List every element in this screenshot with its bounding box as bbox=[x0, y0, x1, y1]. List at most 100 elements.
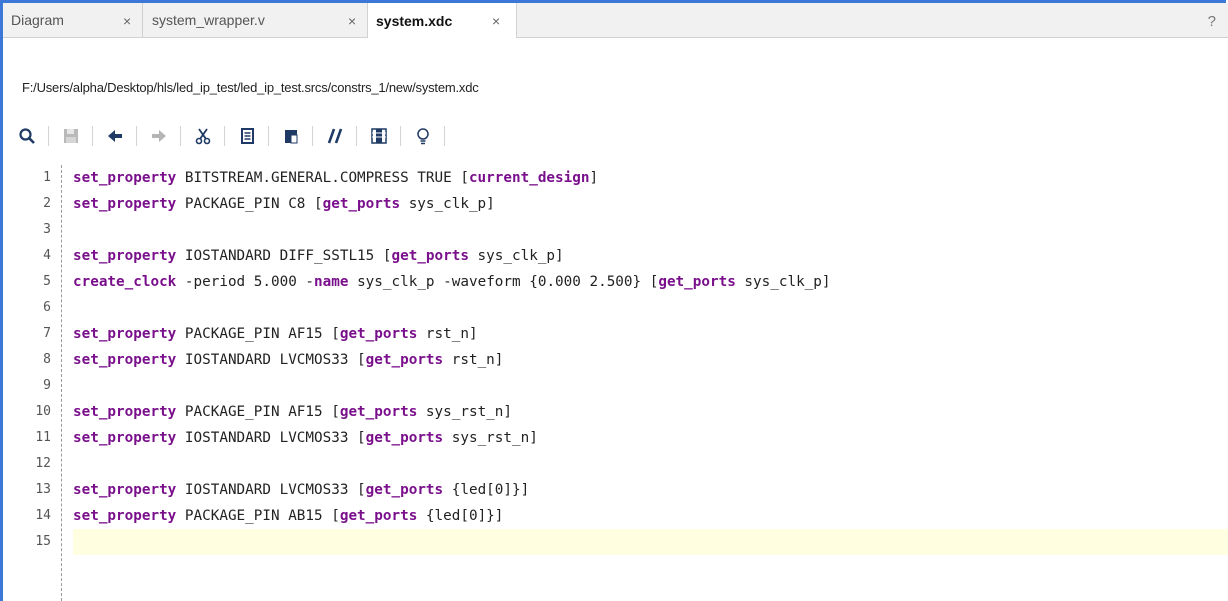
code-editor[interactable]: 1 set_property BITSTREAM.GENERAL.COMPRESS… bbox=[3, 165, 1228, 601]
code-line[interactable]: 7 set_property PACKAGE_PIN AF15 [get_port… bbox=[3, 321, 1228, 347]
column-select-icon[interactable] bbox=[368, 124, 390, 148]
code-keyword: set_property bbox=[73, 352, 177, 368]
code-token: rst_n] bbox=[417, 326, 478, 342]
code-keyword: set_property bbox=[73, 326, 177, 342]
code-line[interactable]: 3 bbox=[3, 217, 1228, 243]
line-number: 3 bbox=[43, 222, 51, 237]
tab-diagram[interactable]: Diagram × bbox=[3, 3, 143, 37]
code-keyword: get_ports bbox=[391, 248, 469, 264]
code-token: IOSTANDARD LVCMOS33 [ bbox=[176, 430, 366, 446]
code-token: PACKAGE_PIN AF15 [ bbox=[176, 404, 340, 420]
code-keyword: set_property bbox=[73, 404, 177, 420]
line-number: 15 bbox=[35, 534, 51, 549]
search-icon[interactable] bbox=[16, 124, 38, 148]
line-number: 12 bbox=[35, 456, 51, 471]
code-keyword: get_ports bbox=[322, 196, 401, 212]
code-token: {led[0]}] bbox=[443, 482, 530, 498]
code-line[interactable]: 5 create_clock -period 5.000 -name sys_cl… bbox=[3, 269, 1228, 295]
code-text: set_property PACKAGE_PIN AB15 [get_ports… bbox=[73, 503, 503, 529]
code-token: PACKAGE_PIN AF15 [ bbox=[176, 326, 340, 342]
code-text: set_property PACKAGE_PIN AF15 [get_ports… bbox=[73, 321, 478, 347]
code-keyword: get_ports bbox=[339, 404, 418, 420]
close-icon[interactable]: × bbox=[123, 13, 131, 29]
code-token: -period 5.000 - bbox=[176, 274, 315, 290]
tab-label: system.xdc bbox=[376, 12, 453, 29]
code-keyword: create_clock bbox=[73, 274, 177, 290]
code-keyword: get_ports bbox=[365, 352, 444, 368]
code-line[interactable]: 13 set_property IOSTANDARD LVCMOS33 [get_… bbox=[3, 477, 1228, 503]
tab-label: system_wrapper.v bbox=[152, 12, 265, 28]
lightbulb-icon[interactable] bbox=[412, 124, 434, 148]
code-token: sys_rst_n] bbox=[443, 430, 538, 446]
code-token: sys_rst_n] bbox=[417, 404, 512, 420]
code-line[interactable]: 10 set_property PACKAGE_PIN AF15 [get_por… bbox=[3, 399, 1228, 425]
code-keyword: get_ports bbox=[365, 430, 444, 446]
code-token: BITSTREAM.GENERAL.COMPRESS TRUE [ bbox=[176, 170, 469, 186]
file-path: F:/Users/alpha/Desktop/hls/led_ip_test/l… bbox=[22, 80, 479, 95]
tab-system-xdc[interactable]: system.xdc × bbox=[367, 3, 517, 38]
code-token: ] bbox=[589, 170, 599, 186]
line-number: 4 bbox=[43, 248, 51, 263]
code-line[interactable]: 14 set_property PACKAGE_PIN AB15 [get_por… bbox=[3, 503, 1228, 529]
code-keyword: get_ports bbox=[365, 482, 444, 498]
line-number: 1 bbox=[43, 170, 51, 185]
code-keyword: get_ports bbox=[658, 274, 736, 290]
code-text: set_property IOSTANDARD LVCMOS33 [get_po… bbox=[73, 477, 529, 503]
code-keyword: current_design bbox=[468, 170, 590, 186]
code-line[interactable]: 11 set_property IOSTANDARD LVCMOS33 [get_… bbox=[3, 425, 1228, 451]
code-text: set_property IOSTANDARD DIFF_SSTL15 [get… bbox=[73, 243, 564, 269]
code-text: set_property IOSTANDARD LVCMOS33 [get_po… bbox=[73, 425, 538, 451]
line-number: 10 bbox=[35, 404, 51, 419]
code-token: {led[0]}] bbox=[417, 508, 504, 524]
line-number: 5 bbox=[43, 274, 51, 289]
code-token: PACKAGE_PIN C8 [ bbox=[176, 196, 323, 212]
code-keyword: set_property bbox=[73, 170, 177, 186]
tab-bar: Diagram × system_wrapper.v × system.xdc … bbox=[3, 3, 1228, 38]
code-text: set_property PACKAGE_PIN C8 [get_ports s… bbox=[73, 191, 495, 217]
code-keyword: set_property bbox=[73, 430, 177, 446]
close-icon[interactable]: × bbox=[492, 13, 500, 29]
save-icon[interactable] bbox=[60, 124, 82, 148]
cut-icon[interactable] bbox=[192, 124, 214, 148]
code-keyword: set_property bbox=[73, 482, 177, 498]
code-keyword: get_ports bbox=[339, 508, 418, 524]
close-icon[interactable]: × bbox=[348, 13, 356, 29]
code-keyword: set_property bbox=[73, 508, 177, 524]
code-line[interactable]: 4 set_property IOSTANDARD DIFF_SSTL15 [ge… bbox=[3, 243, 1228, 269]
line-number: 6 bbox=[43, 300, 51, 315]
code-keyword: get_ports bbox=[339, 326, 418, 342]
tab-label: Diagram bbox=[11, 12, 64, 28]
code-keyword: set_property bbox=[73, 248, 177, 264]
code-line[interactable]: 6 bbox=[3, 295, 1228, 321]
comment-toggle-icon[interactable] bbox=[324, 124, 346, 148]
code-keyword: name bbox=[314, 274, 349, 290]
line-number: 11 bbox=[35, 430, 51, 445]
code-text: create_clock -period 5.000 -name sys_clk… bbox=[73, 269, 831, 295]
code-line[interactable]: 12 bbox=[3, 451, 1228, 477]
code-line[interactable]: 9 bbox=[3, 373, 1228, 399]
code-token: IOSTANDARD LVCMOS33 [ bbox=[176, 482, 366, 498]
tab-system-wrapper[interactable]: system_wrapper.v × bbox=[144, 3, 367, 37]
code-token: rst_n] bbox=[443, 352, 504, 368]
help-icon[interactable]: ? bbox=[1208, 13, 1216, 30]
code-token: sys_clk_p] bbox=[400, 196, 495, 212]
code-keyword: set_property bbox=[73, 196, 177, 212]
code-token: IOSTANDARD LVCMOS33 [ bbox=[176, 352, 366, 368]
copy-icon[interactable] bbox=[236, 124, 258, 148]
paste-icon[interactable] bbox=[280, 124, 302, 148]
line-number: 9 bbox=[43, 378, 51, 393]
code-token: sys_clk_p] bbox=[735, 274, 831, 290]
undo-icon[interactable] bbox=[104, 124, 126, 148]
line-number: 14 bbox=[35, 508, 51, 523]
code-line[interactable]: 1 set_property BITSTREAM.GENERAL.COMPRESS… bbox=[3, 165, 1228, 191]
line-number: 2 bbox=[43, 196, 51, 211]
redo-icon[interactable] bbox=[148, 124, 170, 148]
code-line[interactable]: 8 set_property IOSTANDARD LVCMOS33 [get_p… bbox=[3, 347, 1228, 373]
code-token: sys_clk_p] bbox=[468, 248, 564, 264]
line-number: 13 bbox=[35, 482, 51, 497]
line-number: 8 bbox=[43, 352, 51, 367]
code-line[interactable]: 15 bbox=[3, 529, 1228, 555]
code-text: set_property BITSTREAM.GENERAL.COMPRESS … bbox=[73, 165, 598, 191]
code-token: IOSTANDARD DIFF_SSTL15 [ bbox=[176, 248, 392, 264]
code-line[interactable]: 2 set_property PACKAGE_PIN C8 [get_ports … bbox=[3, 191, 1228, 217]
